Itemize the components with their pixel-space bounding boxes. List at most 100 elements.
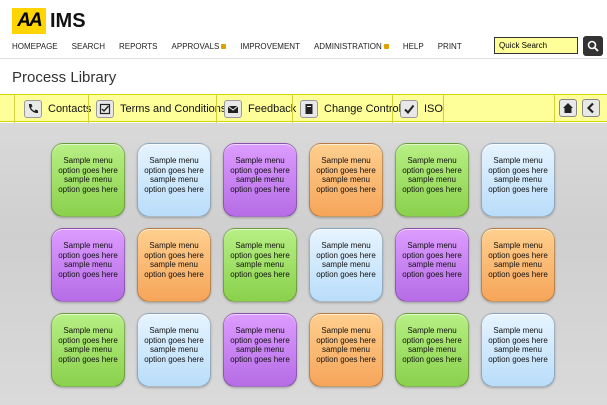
menu-tile-text: option goes here [402,165,462,175]
menu-tile[interactable]: Sample menu option goes here sample menu op… [51,143,125,217]
terms-button[interactable]: Terms and Conditions [96,98,226,120]
checkmark-icon [400,100,418,118]
menu-tile-text: option goes here [230,354,290,364]
home-button[interactable] [559,99,577,117]
menu-tile-text: sample menu [63,260,113,269]
change-control-label: Change Control [324,103,402,115]
toolbar-divider [14,95,15,123]
menu-tile-text: Sample menu [235,156,285,165]
menu-tile-text: sample menu [63,175,113,184]
menu-tile-text: Sample menu [407,241,457,250]
menu-tile-text: sample menu [235,175,285,184]
menu-tile-text: option goes here [144,269,204,279]
menu-tile[interactable]: Sample menu option goes here sample menu op… [395,228,469,302]
menu-tile[interactable]: Sample menu option goes here sample menu op… [481,313,555,387]
toolbar-divider [216,95,217,123]
home-icon [563,103,573,113]
menu-tile-text: option goes here [230,165,290,175]
quick-search-input[interactable]: Quick Search [494,37,578,54]
menu-tile-text: option goes here [230,184,290,194]
phone-icon [24,100,42,118]
menu-tile-text: Sample menu [321,156,371,165]
search-icon [587,40,599,52]
menu-tile-text: Sample menu [63,241,113,250]
menu-tile-text: option goes here [488,250,548,260]
menu-tile[interactable]: Sample menu option goes here sample menu op… [137,228,211,302]
nav-print[interactable]: PRINT [438,42,462,51]
menu-tile-text: option goes here [316,335,376,345]
menu-tile[interactable]: Sample menu option goes here sample menu op… [481,143,555,217]
menu-tile-text: option goes here [488,184,548,194]
toolbar-divider [443,95,444,123]
toolbar-divider [392,95,393,123]
menu-tile-text: option goes here [58,184,118,194]
menu-tile[interactable]: Sample menu option goes here sample menu op… [137,313,211,387]
nav-approvals[interactable]: APPROVALS [172,42,227,51]
menu-tile-text: option goes here [488,269,548,279]
menu-tile-text: Sample menu [63,326,113,335]
change-control-button[interactable]: Change Control [300,98,401,120]
nav-help[interactable]: HELP [403,42,424,51]
menu-tile-text: option goes here [402,184,462,194]
menu-tile[interactable]: Sample menu option goes here sample menu op… [309,143,383,217]
menu-tile-text: sample menu [149,175,199,184]
menu-tile[interactable]: Sample menu option goes here sample menu op… [51,313,125,387]
menu-tile-text: sample menu [235,345,285,354]
nav-improvement[interactable]: IMPROVEMENT [240,42,300,51]
menu-tile[interactable]: Sample menu option goes here sample menu op… [223,313,297,387]
menu-tile-text: option goes here [402,354,462,364]
menu-tile[interactable]: Sample menu option goes here sample menu op… [137,143,211,217]
toolbar-divider [292,95,293,123]
envelope-icon [224,100,242,118]
menu-tile[interactable]: Sample menu option goes here sample menu op… [223,143,297,217]
menu-tile-text: sample menu [321,260,371,269]
menu-tile[interactable]: Sample menu option goes here sample menu op… [51,228,125,302]
menu-tile-text: Sample menu [235,241,285,250]
search-button[interactable] [583,36,603,56]
menu-tile[interactable]: Sample menu option goes here sample menu op… [223,228,297,302]
nav-administration-label: ADMINISTRATION [313,42,382,51]
menu-tile-text: sample menu [493,175,543,184]
page-title: Process Library [12,69,117,86]
menu-tile[interactable]: Sample menu option goes here sample menu op… [309,228,383,302]
menu-tile[interactable]: Sample menu option goes here sample menu op… [395,143,469,217]
menu-tile-text: option goes here [144,354,204,364]
iso-button[interactable]: ISO [400,98,443,120]
menu-tile-text: option goes here [230,269,290,279]
menu-tile-text: Sample menu [407,326,457,335]
menu-tile-text: option goes here [316,165,376,175]
document-icon [300,100,318,118]
lock-icon [383,44,389,50]
chevron-left-icon [586,102,594,114]
feedback-button[interactable]: Feedback [224,98,296,120]
menu-tile-text: option goes here [144,335,204,345]
menu-tile-text: option goes here [488,165,548,175]
contacts-button[interactable]: Contacts [24,98,91,120]
menu-tile-text: Sample menu [493,241,543,250]
menu-tile-text: Sample menu [493,156,543,165]
menu-tile-text: option goes here [402,335,462,345]
nav-administration[interactable]: ADMINISTRATION [314,42,389,51]
menu-tile-text: Sample menu [321,241,371,250]
menu-tile-text: option goes here [58,354,118,364]
iso-label: ISO [424,103,443,115]
menu-tile-text: option goes here [488,354,548,364]
nav-homepage[interactable]: HOMEPAGE [12,42,58,51]
aa-logo[interactable]: AA [12,8,46,34]
menu-tile-text: option goes here [144,165,204,175]
menu-tile[interactable]: Sample menu option goes here sample menu op… [481,228,555,302]
menu-tile-text: option goes here [58,165,118,175]
menu-tile-text: option goes here [144,184,204,194]
menu-tile[interactable]: Sample menu option goes here sample menu op… [309,313,383,387]
menu-tile-text: option goes here [144,250,204,260]
menu-tile-text: Sample menu [149,326,199,335]
menu-tile-text: sample menu [407,345,457,354]
nav-reports[interactable]: REPORTS [119,42,158,51]
nav-search[interactable]: SEARCH [72,42,105,51]
top-navigation: HOMEPAGE SEARCH REPORTS APPROVALS IMPROV… [12,42,476,51]
menu-tile[interactable]: Sample menu option goes here sample menu op… [395,313,469,387]
menu-tile-text: sample menu [149,345,199,354]
lock-icon [221,44,227,50]
back-button[interactable] [582,99,600,117]
menu-tile-text: sample menu [63,345,113,354]
